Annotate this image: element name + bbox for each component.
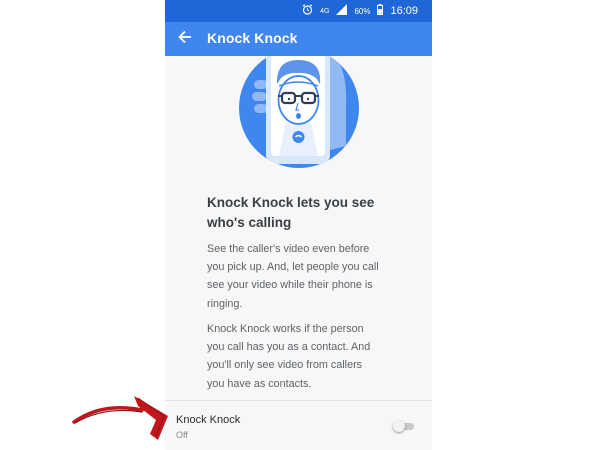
paragraph-line: see your video while their phone is [207, 279, 373, 292]
headline: Knock Knock lets you see who's calling [207, 193, 397, 233]
knock-knock-setting-row[interactable]: Knock Knock Off [165, 401, 432, 450]
description-paragraph-2: Knock Knock works if the person you call… [207, 320, 397, 393]
paragraph-line: See the caller's video even before [207, 243, 370, 255]
description-paragraph-1: See the caller's video even before you p… [207, 240, 397, 313]
network-type-label: 4G [320, 7, 330, 15]
headline-line: Knock Knock lets you see [207, 195, 375, 210]
paragraph-line: Knock Knock works if the person [207, 323, 364, 335]
signal-icon [336, 4, 348, 18]
app-toolbar: Knock Knock [165, 22, 432, 56]
annotation-arrow-icon [72, 392, 172, 444]
battery-percent: 60% [354, 6, 371, 16]
battery-icon [377, 4, 384, 18]
arrow-left-icon [178, 30, 192, 49]
status-icons: 4G 60% 16:09 [302, 4, 418, 18]
paragraph-line: you call has you as a contact. And [207, 341, 371, 354]
status-bar: 4G 60% 16:09 [165, 0, 432, 22]
paragraph-line: ringing. [207, 297, 243, 310]
paragraph-line: you have as contacts. [207, 377, 312, 390]
setting-status: Off [176, 430, 188, 440]
paragraph-line: you'll only see video from callers [207, 359, 363, 372]
toggle-thumb [393, 420, 405, 432]
headline-line: who's calling [207, 215, 292, 230]
alarm-clock-icon [302, 4, 313, 18]
phone-video-call-illustration [238, 48, 360, 172]
knock-knock-toggle[interactable] [393, 420, 415, 432]
back-button[interactable] [174, 28, 196, 50]
status-time: 16:09 [390, 5, 418, 17]
phone-screen: 4G 60% 16:09 Knock Knock Knock Knock let… [165, 0, 432, 450]
setting-title: Knock Knock [176, 414, 241, 426]
page-title: Knock Knock [207, 30, 298, 46]
paragraph-line: you pick up. And, let people you call [207, 261, 379, 274]
